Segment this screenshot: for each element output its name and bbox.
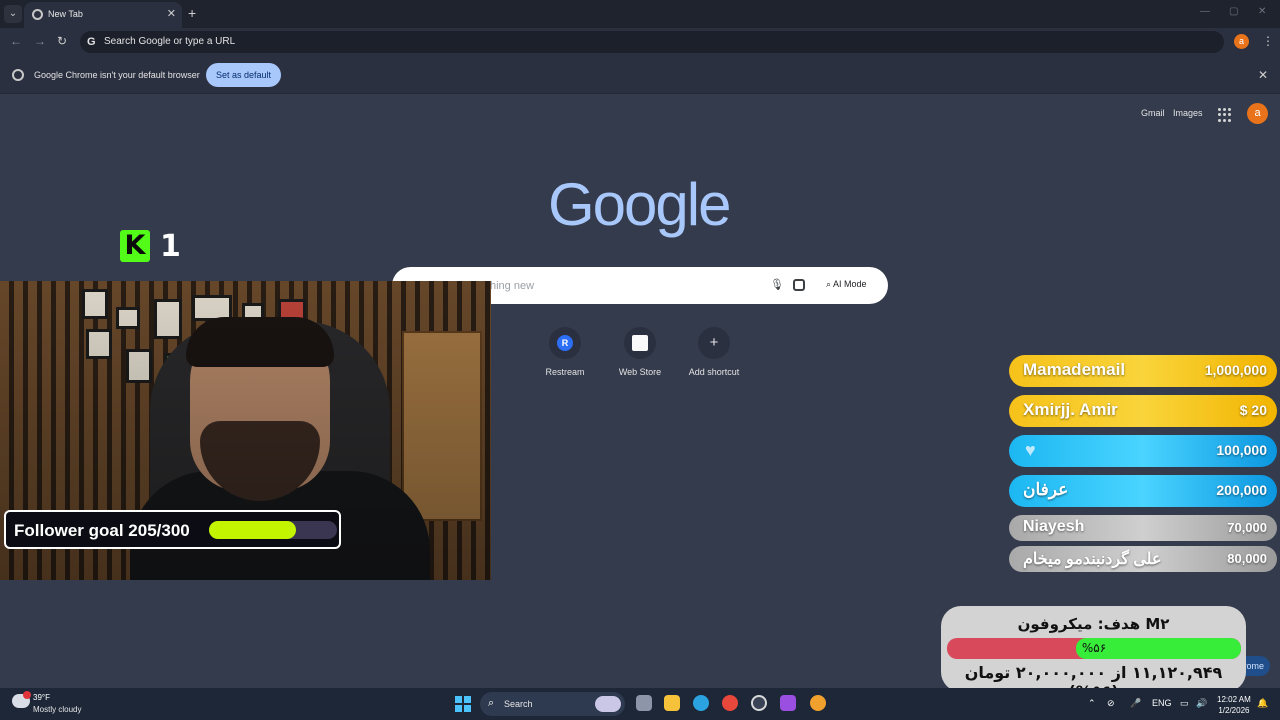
taskbar-search-label: Search xyxy=(504,699,533,709)
tab-strip: ⌄ New Tab ✕ + — ▢ ✕ xyxy=(0,0,1280,28)
follower-goal-fill xyxy=(209,521,297,539)
heart-icon: ♥ xyxy=(1025,440,1036,460)
donor-name: Niayesh xyxy=(1023,518,1085,535)
donor-name: علی گردنبندمو میخام xyxy=(1023,551,1162,568)
microphone-goal-widget: هدف: میکروفون M۲ %۵۶ ۱۱,۱۲۰,۹۴۹ از ۲۰,۰۰… xyxy=(941,606,1246,701)
task-view-icon[interactable] xyxy=(636,695,652,711)
display-icon[interactable]: ▭ xyxy=(1180,698,1189,709)
donor-amount: 1,000,000 xyxy=(1204,362,1267,378)
follower-goal-text: Follower goal 205/300 xyxy=(14,521,190,540)
donor-amount: $ 20 xyxy=(1239,402,1267,418)
shortcut-label: Add shortcut xyxy=(688,367,740,377)
mic-goal-track: %۵۶ xyxy=(947,638,1241,659)
mic-goal-percent: %۵۶ xyxy=(1081,641,1107,655)
obs-icon[interactable] xyxy=(751,695,767,711)
weather-condition[interactable]: Mostly cloudy xyxy=(33,705,81,714)
minimize-icon[interactable]: — xyxy=(1200,6,1210,17)
donor-row: Niayesh 70,000 xyxy=(1009,515,1277,541)
microphone-icon[interactable]: 🎤 xyxy=(1130,698,1141,709)
restore-icon[interactable]: ▢ xyxy=(1229,6,1238,17)
gmail-link[interactable]: Gmail xyxy=(1141,108,1165,118)
lens-icon[interactable] xyxy=(793,279,805,291)
menu-kebab-icon[interactable]: ⋮ xyxy=(1262,34,1274,48)
system-clock[interactable]: 12:02 AM 1/2/2026 xyxy=(1217,694,1251,716)
donor-row: علی گردنبندمو میخام 80,000 xyxy=(1009,546,1277,572)
search-icon: ⌕ xyxy=(488,697,495,709)
telegram-icon[interactable] xyxy=(693,695,709,711)
infobar-close-icon[interactable]: ✕ xyxy=(1258,68,1268,82)
ai-mode-label: AI Mode xyxy=(833,279,867,289)
shortcut-restream[interactable]: R Restream xyxy=(535,327,595,377)
chrome-profile-icon[interactable] xyxy=(810,695,826,711)
close-window-icon[interactable]: ✕ xyxy=(1258,6,1266,17)
clock-date: 1/2/2026 xyxy=(1218,706,1250,715)
forward-icon[interactable]: → xyxy=(34,34,46,48)
infobar-message: Google Chrome isn't your default browser xyxy=(34,70,200,80)
reload-icon[interactable]: ↻ xyxy=(57,34,67,48)
tab-search-button[interactable]: ⌄ xyxy=(4,5,22,23)
account-avatar[interactable]: a xyxy=(1247,103,1268,124)
search-placeholder[interactable]: hing new xyxy=(490,280,534,292)
shortcut-add[interactable]: + Add shortcut xyxy=(684,327,744,377)
donor-row: عرفان 200,000 xyxy=(1009,475,1277,507)
web-store-icon xyxy=(632,335,648,351)
app-icon[interactable] xyxy=(780,695,796,711)
chrome-icon xyxy=(12,69,24,81)
weather-temperature[interactable]: 39°F xyxy=(33,693,50,702)
ai-mode-button[interactable]: ⌕ AI Mode xyxy=(826,279,867,290)
notification-bell-icon[interactable]: 🔔 xyxy=(1257,698,1268,709)
omnibox-placeholder[interactable]: Search Google or type a URL xyxy=(104,36,235,47)
chrome-favicon-icon xyxy=(32,9,43,20)
kick-viewer-badge: K 1 xyxy=(114,226,184,266)
chrome-taskbar-icon[interactable] xyxy=(722,695,738,711)
tab-title: New Tab xyxy=(48,9,83,19)
start-button[interactable] xyxy=(455,696,471,712)
plus-icon: + xyxy=(709,334,719,351)
weather-alert-badge xyxy=(23,691,31,699)
mic-goal-title: هدف: میکروفون M۲ xyxy=(1017,615,1170,633)
network-icon[interactable]: ⊘ xyxy=(1107,698,1115,709)
tab-close-icon[interactable]: ✕ xyxy=(167,7,176,20)
google-logo: Google xyxy=(548,171,731,238)
show-hidden-icons[interactable]: ⌃ xyxy=(1088,698,1096,709)
browser-toolbar: ← → ↻ G Search Google or type a URL a ⋮ xyxy=(0,28,1280,56)
donor-row: Xmirjj. Amir $ 20 xyxy=(1009,395,1277,427)
profile-avatar[interactable]: a xyxy=(1234,34,1249,49)
donor-amount: 80,000 xyxy=(1227,551,1267,566)
clock-time: 12:02 AM xyxy=(1217,695,1251,704)
shortcut-web-store[interactable]: Web Store xyxy=(610,327,670,377)
donor-amount: 200,000 xyxy=(1216,482,1267,498)
default-browser-infobar: Google Chrome isn't your default browser… xyxy=(0,56,1280,94)
donor-amount: 70,000 xyxy=(1227,520,1267,535)
donor-row: Mamademail 1,000,000 xyxy=(1009,355,1277,387)
taskbar-search[interactable]: ⌕ Search xyxy=(480,692,625,716)
set-default-button[interactable]: Set as default xyxy=(206,63,281,87)
shortcut-label: Web Store xyxy=(618,367,662,377)
restream-icon: R xyxy=(557,335,573,351)
google-g-icon: G xyxy=(87,36,96,48)
donor-amount: 100,000 xyxy=(1216,442,1267,458)
tab-new-tab[interactable]: New Tab ✕ xyxy=(24,2,182,28)
donor-name: عرفان xyxy=(1023,480,1069,499)
donor-name: Xmirjj. Amir xyxy=(1023,400,1118,419)
donor-name: Mamademail xyxy=(1023,360,1126,379)
google-apps-icon[interactable] xyxy=(1218,108,1232,122)
images-link[interactable]: Images xyxy=(1173,108,1203,118)
windows-taskbar: 39°F Mostly cloudy ⌕ Search ⌃ ⊘ 🎤 ENG ▭ … xyxy=(0,688,1280,720)
back-icon[interactable]: ← xyxy=(10,34,22,48)
file-explorer-icon[interactable] xyxy=(664,695,680,711)
omnibox[interactable]: G Search Google or type a URL xyxy=(80,31,1224,53)
shortcut-label: Restream xyxy=(545,367,585,377)
viewer-count: 1 xyxy=(160,229,181,264)
donor-row: ♥ 100,000 xyxy=(1009,435,1277,467)
follower-goal-track xyxy=(209,521,337,539)
new-tab-button[interactable]: + xyxy=(188,5,196,21)
search-highlight-icon xyxy=(595,696,621,712)
kick-logo-icon: K xyxy=(120,230,150,262)
volume-icon[interactable]: 🔊 xyxy=(1196,698,1207,709)
follower-goal-widget: Follower goal 205/300 xyxy=(4,510,341,549)
language-indicator[interactable]: ENG xyxy=(1152,698,1172,708)
donor-leaderboard: Mamademail 1,000,000 Xmirjj. Amir $ 20 ♥… xyxy=(1009,355,1277,577)
voice-search-icon[interactable]: 🎙 xyxy=(770,278,784,291)
